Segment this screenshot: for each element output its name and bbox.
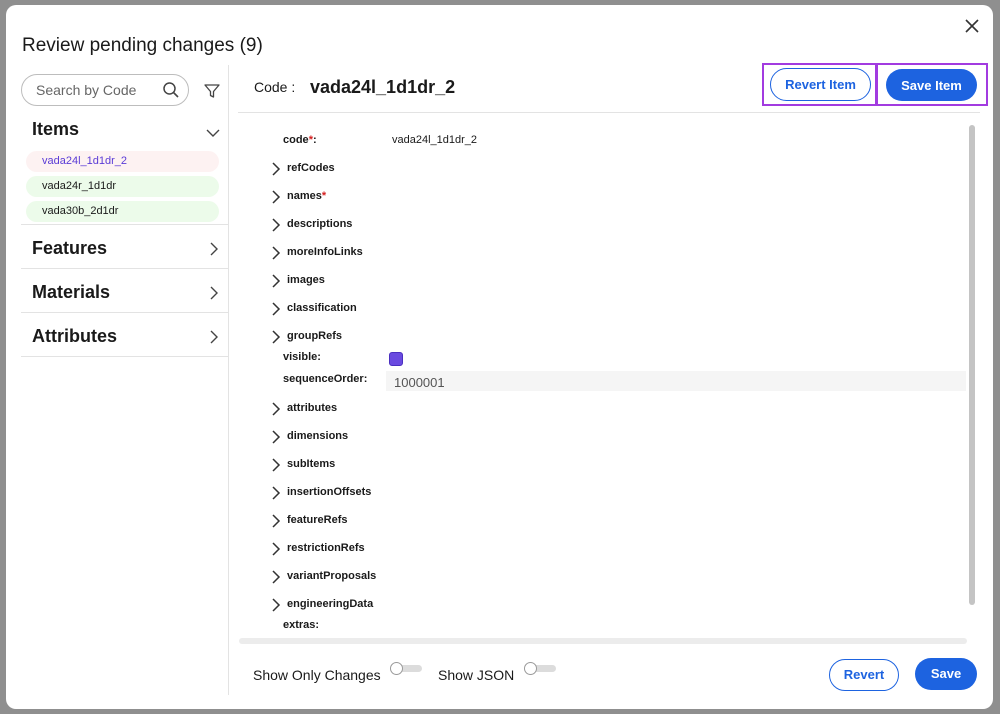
section-items[interactable]: Items (21, 109, 221, 153)
section-features-label: Features (32, 238, 108, 258)
node-names[interactable]: names* (271, 188, 961, 206)
list-item-vada24l_1d1dr_2[interactable]: vada24l_1d1dr_2 (26, 151, 219, 172)
chevron-right-icon[interactable] (271, 458, 281, 472)
node-groupRefs[interactable]: groupRefs (271, 328, 961, 346)
chevron-right-icon[interactable] (271, 598, 281, 612)
node-attributes[interactable]: attributes (271, 400, 961, 418)
field-sequenceOrder-label: sequenceOrder: (283, 373, 368, 385)
chevron-right-icon[interactable] (271, 246, 281, 260)
node-label: moreInfoLinks (287, 246, 363, 258)
node-label: subItems (287, 458, 336, 470)
field-visible: visible: (271, 349, 961, 367)
list-item-vada24r_1d1dr[interactable]: vada24r_1d1dr (26, 176, 219, 197)
node-restrictionRefs[interactable]: restrictionRefs (271, 540, 961, 558)
node-descriptions[interactable]: descriptions (271, 216, 961, 234)
chevron-right-icon (207, 286, 221, 300)
chevron-right-icon[interactable] (271, 190, 281, 204)
save-button[interactable]: Save (915, 658, 977, 690)
sequence-order-input[interactable] (386, 371, 966, 391)
node-label: names* (287, 190, 327, 202)
toggle-knob (390, 662, 403, 675)
search-icon[interactable] (162, 81, 180, 99)
node-engineeringData[interactable]: engineeringData (271, 596, 961, 614)
revert-item-button[interactable]: Revert Item (770, 68, 871, 101)
revert-button[interactable]: Revert (829, 659, 899, 691)
chevron-right-icon[interactable] (271, 430, 281, 444)
review-changes-dialog: Review pending changes (9) Items vada24l… (6, 5, 993, 709)
show-only-changes-label: Show Only Changes (253, 667, 381, 683)
chevron-right-icon[interactable] (271, 218, 281, 232)
chevron-right-icon[interactable] (271, 162, 281, 176)
node-subItems[interactable]: subItems (271, 456, 961, 474)
search-box (21, 74, 189, 106)
node-label: attributes (287, 402, 338, 414)
chevron-right-icon[interactable] (271, 542, 281, 556)
node-label: descriptions (287, 218, 353, 230)
node-label: dimensions (287, 430, 349, 442)
header-divider (238, 112, 980, 113)
node-label: classification (287, 302, 357, 314)
field-visible-label: visible: (283, 351, 321, 363)
code-value: vada24l_1d1dr_2 (310, 77, 456, 97)
node-classification[interactable]: classification (271, 300, 961, 318)
vertical-scrollbar[interactable] (969, 125, 975, 605)
chevron-right-icon[interactable] (271, 514, 281, 528)
chevron-right-icon[interactable] (271, 302, 281, 316)
node-moreInfoLinks[interactable]: moreInfoLinks (271, 244, 961, 262)
node-label: groupRefs (287, 330, 342, 342)
save-item-button[interactable]: Save Item (886, 69, 977, 101)
section-divider (21, 356, 228, 357)
section-materials-label: Materials (32, 282, 111, 302)
chevron-right-icon[interactable] (271, 570, 281, 584)
section-attributes[interactable]: Attributes (21, 313, 221, 357)
field-code: code*: vada24l_1d1dr_2 (271, 132, 961, 150)
node-images[interactable]: images (271, 272, 961, 290)
node-label: refCodes (287, 162, 335, 174)
section-materials[interactable]: Materials (21, 269, 221, 313)
node-featureRefs[interactable]: featureRefs (271, 512, 961, 530)
chevron-right-icon[interactable] (271, 274, 281, 288)
close-icon[interactable] (961, 15, 983, 37)
list-item-vada30b_2d1dr[interactable]: vada30b_2d1dr (26, 201, 219, 222)
chevron-right-icon[interactable] (271, 330, 281, 344)
node-label: restrictionRefs (287, 542, 365, 554)
node-dimensions[interactable]: dimensions (271, 428, 961, 446)
field-code-value: vada24l_1d1dr_2 (392, 134, 478, 146)
node-label: insertionOffsets (287, 486, 372, 498)
field-extras: extras: (271, 617, 961, 635)
node-insertionOffsets[interactable]: insertionOffsets (271, 484, 961, 502)
node-label: engineeringData (287, 598, 374, 610)
node-label: images (287, 274, 325, 286)
visible-checkbox[interactable] (389, 352, 403, 366)
chevron-right-icon (207, 242, 221, 256)
field-code-label: code*: (283, 134, 317, 146)
horizontal-scrollbar[interactable] (239, 638, 967, 644)
section-attributes-label: Attributes (32, 326, 117, 346)
search-input[interactable] (36, 75, 156, 105)
code-label: Code : (254, 79, 296, 95)
section-features[interactable]: Features (21, 225, 221, 269)
node-refCodes[interactable]: refCodes (271, 160, 961, 178)
node-variantProposals[interactable]: variantProposals (271, 568, 961, 586)
show-json-toggle[interactable] (524, 662, 556, 676)
show-only-changes-toggle[interactable] (390, 662, 422, 676)
node-label: featureRefs (287, 514, 348, 526)
chevron-down-icon (206, 126, 220, 140)
chevron-right-icon[interactable] (271, 402, 281, 416)
filter-icon[interactable] (204, 83, 220, 99)
section-items-label: Items (32, 119, 80, 139)
chevron-right-icon[interactable] (271, 486, 281, 500)
node-label: variantProposals (287, 570, 377, 582)
dialog-title: Review pending changes (9) (22, 35, 263, 56)
toggle-knob (524, 662, 537, 675)
panel-divider (228, 65, 229, 695)
field-extras-label: extras: (283, 619, 320, 631)
show-json-label: Show JSON (438, 667, 515, 683)
sequence-order-value: 1000001 (394, 375, 445, 390)
chevron-right-icon (207, 330, 221, 344)
